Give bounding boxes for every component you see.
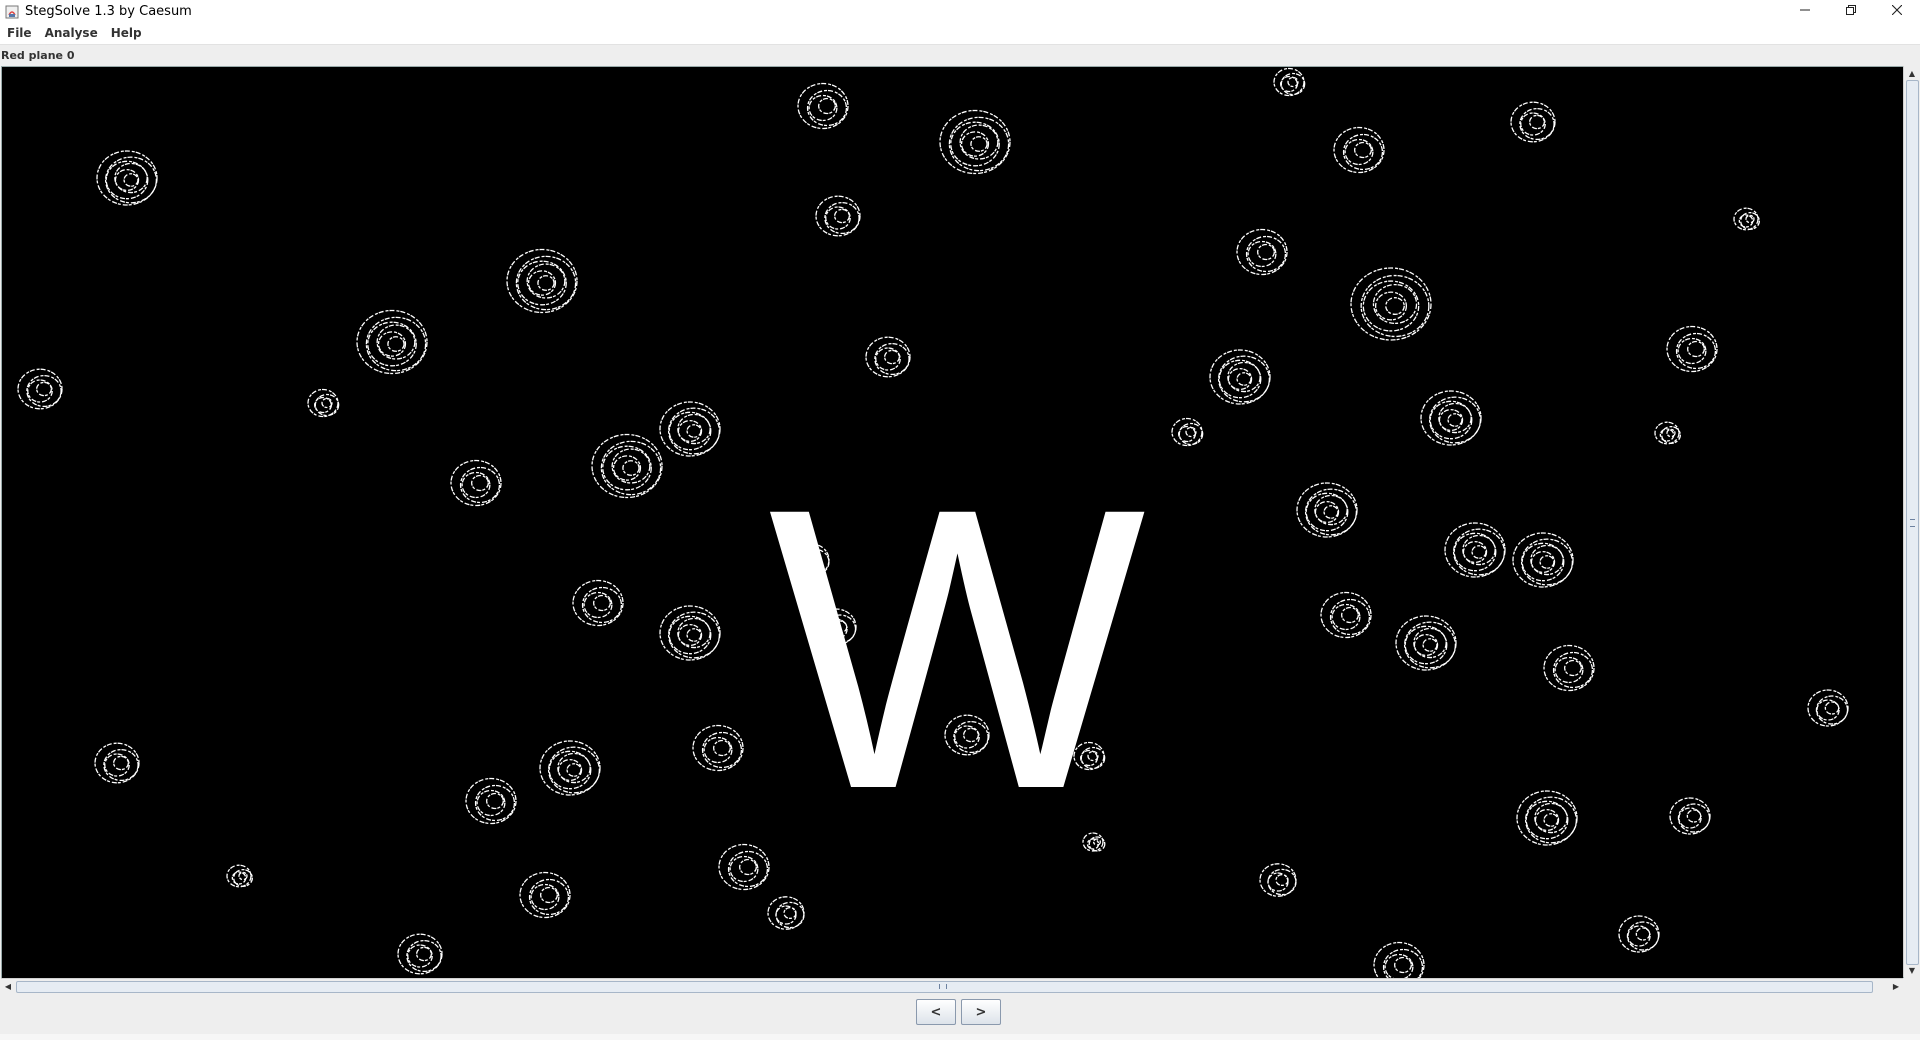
plane-navigation: < >: [916, 999, 1001, 1025]
status-strip: [0, 1034, 1920, 1040]
restore-icon: [1846, 4, 1856, 19]
next-plane-button[interactable]: >: [961, 999, 1001, 1025]
window-title: StegSolve 1.3 by Caesum: [25, 3, 192, 19]
menu-help[interactable]: Help: [104, 26, 148, 40]
previous-plane-button[interactable]: <: [916, 999, 956, 1025]
horizontal-scrollbar[interactable]: ◀ ▶: [1, 978, 1903, 994]
hidden-letter: W: [768, 425, 1149, 872]
arrow-right-icon: ▶: [1892, 982, 1900, 991]
scroll-left-button[interactable]: ◀: [1, 979, 15, 994]
window-controls: [1782, 0, 1920, 22]
grip-icon: [939, 984, 947, 989]
vertical-scroll-thumb[interactable]: [1906, 80, 1919, 965]
title-bar[interactable]: StegSolve 1.3 by Caesum: [0, 0, 1920, 22]
vertical-scrollbar[interactable]: ▲ ▼: [1903, 66, 1920, 977]
scroll-corner: [1903, 978, 1919, 993]
arrow-down-icon: ▼: [1908, 965, 1916, 975]
stegsolve-window: StegSolve 1.3 by Caesum File Analyse Hel…: [0, 0, 1920, 1040]
arrow-up-icon: ▲: [1908, 68, 1916, 78]
close-button[interactable]: [1874, 0, 1920, 22]
arrow-left-icon: ◀: [4, 982, 12, 991]
java-app-icon: [5, 4, 19, 19]
scroll-down-button[interactable]: ▼: [1904, 963, 1920, 977]
menu-file[interactable]: File: [0, 26, 38, 40]
minimize-icon: [1800, 4, 1810, 19]
scroll-up-button[interactable]: ▲: [1904, 66, 1920, 80]
minimize-button[interactable]: [1782, 0, 1828, 22]
plane-label: Red plane 0: [1, 49, 75, 62]
scroll-right-button[interactable]: ▶: [1889, 979, 1903, 994]
horizontal-scroll-thumb[interactable]: [16, 981, 1873, 993]
bit-plane-image: W: [2, 67, 1903, 978]
menu-analyse[interactable]: Analyse: [38, 26, 104, 40]
menu-bar: File Analyse Help: [0, 22, 1920, 45]
grip-icon: [1910, 519, 1915, 527]
close-icon: [1891, 4, 1903, 19]
maximize-button[interactable]: [1828, 0, 1874, 22]
image-viewport[interactable]: W: [1, 66, 1904, 979]
